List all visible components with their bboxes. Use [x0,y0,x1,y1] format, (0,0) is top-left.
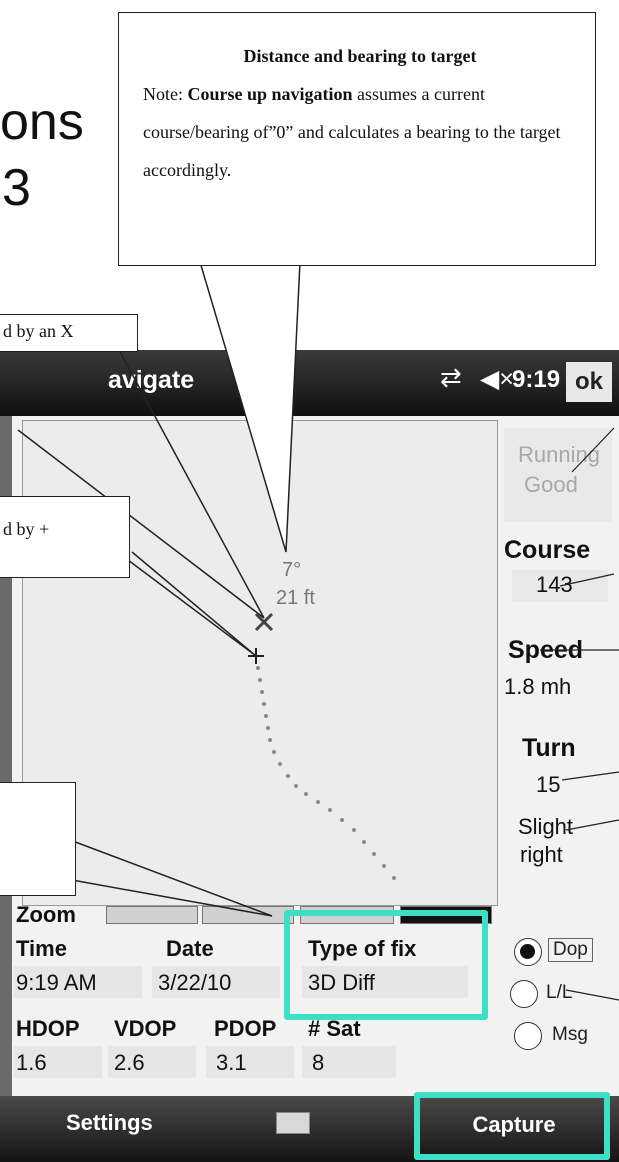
status-pointer-line [571,427,615,473]
capture-highlight [414,1092,610,1160]
target-x-marker [254,612,274,632]
callout-plus-marker: d by + [0,496,130,578]
callout-main-pointer [198,261,301,553]
turn-dir-pointer-line [565,819,619,831]
callout-x-marker: d by an X [0,314,138,352]
callout-title: Distance and bearing to target [243,46,477,66]
course-pointer-line [559,573,615,587]
type-of-fix-highlight [284,910,488,1020]
callout-note: Note: Course up navigation assumes a cur… [143,75,577,189]
callout-note-bold: Course up navigation [187,84,353,104]
zoom-label: Zoom [16,902,76,927]
ll-pointer-line [565,989,619,1001]
distance-label: 21 ft [276,587,315,609]
callout-zoom [0,782,76,896]
track-dots [256,666,396,880]
callout-distance-bearing: Distance and bearing to target Note: Cou… [118,12,596,266]
callout-zoom-pointer [69,839,273,917]
turn-pointer-line [561,771,619,781]
bearing-label: 7° [282,559,301,581]
callout-note-prefix: Note: [143,84,188,104]
